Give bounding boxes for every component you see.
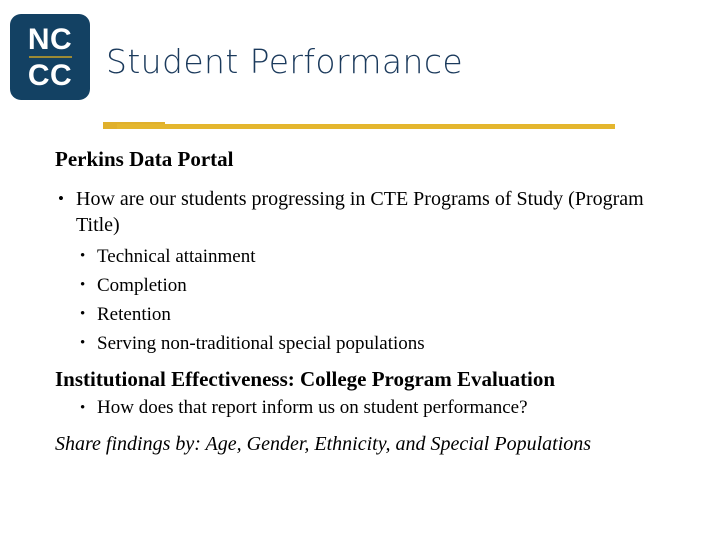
page-title: Student Performance: [106, 42, 464, 81]
bullet-text-report: How does that report inform us on studen…: [97, 397, 528, 418]
closing-statement: Share findings by: Age, Gender, Ethnicit…: [55, 433, 592, 455]
slide: NC CC Student Performance Perkins Data P…: [0, 0, 720, 540]
logo-divider-rule: [28, 55, 72, 58]
sub-bullet-text: Retention: [97, 304, 171, 325]
bullet-glyph-icon: •: [80, 335, 86, 351]
section-heading-institutional: Institutional Effectiveness: College Pro…: [55, 367, 556, 391]
sub-bullet-text: Serving non-traditional special populati…: [97, 333, 425, 354]
slide-header: NC CC Student Performance: [0, 0, 720, 140]
sub-bullet-list: • Technical attainment • Completion • Re…: [80, 242, 660, 358]
slide-body: Perkins Data Portal • How are our studen…: [0, 140, 720, 540]
list-item: • Serving non-traditional special popula…: [80, 329, 660, 358]
list-item: • Completion: [80, 271, 660, 300]
sub-bullet-text: Technical attainment: [97, 246, 256, 267]
bullet-item-progress: • How are our students progressing in CT…: [55, 186, 675, 238]
nccc-logo: NC CC: [10, 14, 90, 100]
bullet-text-progress: How are our students progressing in CTE …: [76, 188, 644, 236]
logo-text-cc: CC: [27, 58, 73, 92]
sub-bullet-text: Completion: [97, 275, 187, 296]
list-item: • Technical attainment: [80, 242, 660, 271]
bullet-glyph-icon: •: [58, 189, 64, 208]
section-heading-perkins: Perkins Data Portal: [55, 147, 234, 171]
bullet-glyph-icon: •: [80, 277, 86, 293]
bullet-glyph-icon: •: [80, 400, 86, 416]
header-divider: [103, 120, 615, 132]
bullet-item-report: • How does that report inform us on stud…: [80, 394, 660, 422]
header-divider-line: [117, 124, 615, 129]
bullet-glyph-icon: •: [80, 306, 86, 322]
logo-text-nc: NC: [27, 22, 73, 56]
bullet-glyph-icon: •: [80, 248, 86, 264]
list-item: • Retention: [80, 300, 660, 329]
